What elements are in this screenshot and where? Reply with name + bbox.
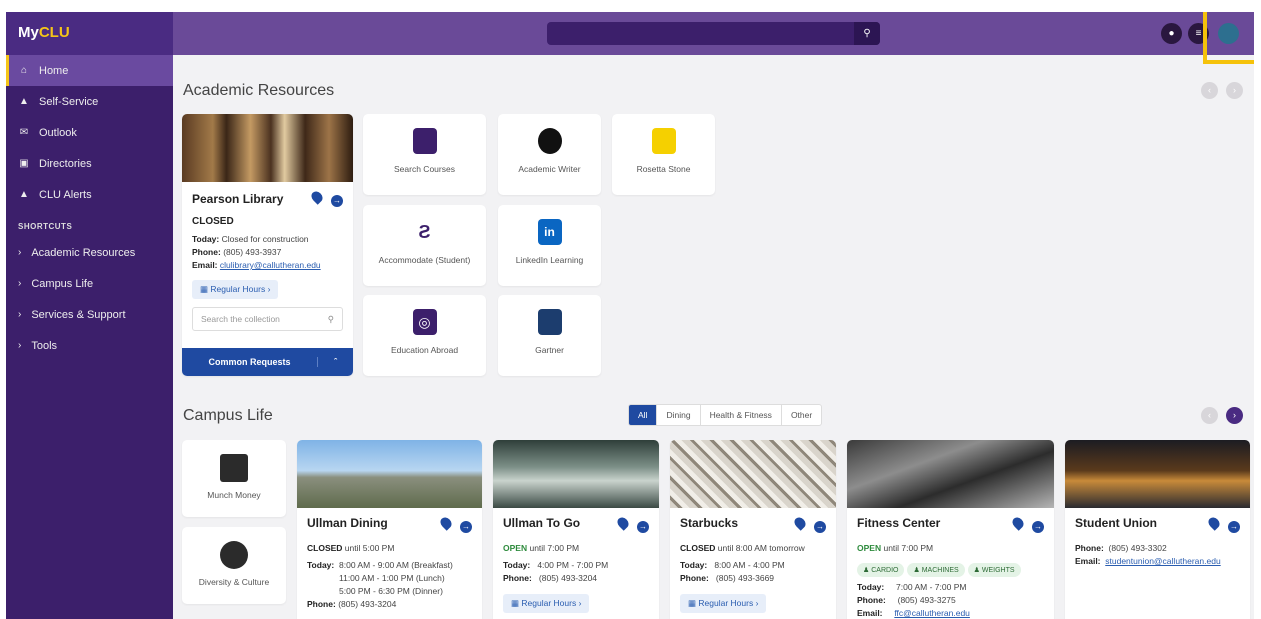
location-pin-icon[interactable] <box>309 189 325 205</box>
student-union-photo <box>1065 440 1250 508</box>
section-title-academic-resources: Academic Resources <box>183 82 335 99</box>
arrow-right-icon[interactable]: → <box>1032 521 1044 533</box>
arrow-right-icon[interactable]: → <box>1228 521 1240 533</box>
shortcut-campus-life[interactable]: › Campus Life <box>6 268 173 299</box>
fitness-email-link[interactable]: ffc@callutheran.edu <box>894 608 970 618</box>
academic-writer-icon <box>537 128 562 154</box>
card-fitness-center: Fitness Center → OPEN until 7:00 PM ♟ CA… <box>847 440 1054 619</box>
library-status: CLOSED <box>192 216 234 227</box>
next-arrow-icon[interactable]: › <box>1226 407 1243 424</box>
globe-icon <box>220 541 248 569</box>
tab-dining[interactable]: Dining <box>657 405 701 425</box>
tag-machines: ♟ MACHINES <box>907 563 965 577</box>
tag-cardio: ♟ CARDIO <box>857 563 905 577</box>
munch-money-icon <box>220 454 248 482</box>
search-input[interactable]: ⚲ <box>547 22 880 45</box>
chevron-right-icon: › <box>18 278 22 289</box>
fitness-center-photo <box>847 440 1054 508</box>
card-starbucks: Starbucks → CLOSED until 8:00 AM tomorro… <box>670 440 836 619</box>
library-card: Pearson Library → CLOSED Today: Closed f… <box>182 114 353 376</box>
rosetta-stone-icon <box>651 128 676 154</box>
graduation-icon: ▲ <box>19 96 29 107</box>
chevron-right-icon: › <box>18 309 22 320</box>
sidebar-item-directories[interactable]: ▣ Directories <box>6 148 173 179</box>
regular-hours-button[interactable]: ▦ Regular Hours › <box>503 594 590 613</box>
shortcuts-heading: SHORTCUTS <box>18 222 73 231</box>
accommodate-icon: Ƨ <box>412 219 437 245</box>
regular-hours-button[interactable]: ▦ Regular Hours › <box>192 280 279 299</box>
warning-icon: ▲ <box>19 189 29 200</box>
card-student-union: Student Union → Phone: (805) 493-3302 Em… <box>1065 440 1250 619</box>
logo[interactable]: MyCLU <box>6 12 173 55</box>
shortcut-academic-resources[interactable]: › Academic Resources <box>6 237 173 268</box>
arrow-right-icon[interactable]: → <box>331 195 343 207</box>
library-email-link[interactable]: clulibrary@callutheran.edu <box>220 260 321 270</box>
arrow-right-icon[interactable]: → <box>814 521 826 533</box>
prev-arrow-icon[interactable]: ‹ <box>1201 82 1218 99</box>
campus-filter-tabs: All Dining Health & Fitness Other <box>628 404 823 426</box>
union-email-link[interactable]: studentunion@callutheran.edu <box>1105 556 1220 566</box>
tile-rosetta-stone[interactable]: Rosetta Stone <box>612 114 715 195</box>
tile-accommodate[interactable]: Ƨ Accommodate (Student) <box>363 205 486 286</box>
tile-academic-writer[interactable]: Academic Writer <box>498 114 601 195</box>
arrow-right-icon[interactable]: → <box>460 521 472 533</box>
tile-linkedin-learning[interactable]: in LinkedIn Learning <box>498 205 601 286</box>
tile-munch-money[interactable]: Munch Money <box>182 440 286 517</box>
sidebar-item-self-service[interactable]: ▲ Self-Service <box>6 86 173 117</box>
tab-health-fitness[interactable]: Health & Fitness <box>701 405 782 425</box>
library-search-input[interactable]: Search the collection ⚲ <box>192 307 343 331</box>
tag-weights: ♟ WEIGHTS <box>967 563 1021 577</box>
arrow-right-icon[interactable]: → <box>637 521 649 533</box>
prev-arrow-icon[interactable]: ‹ <box>1201 407 1218 424</box>
section-title-campus-life: Campus Life <box>183 407 273 424</box>
chevron-up-icon[interactable]: ˆ <box>317 357 353 367</box>
sidebar: MyCLU ⌂ Home ▲ Self-Service ✉ Outlook ▣ Dire… <box>6 12 173 619</box>
sidebar-item-clu-alerts[interactable]: ▲ CLU Alerts <box>6 179 173 210</box>
mail-icon: ✉ <box>19 127 29 138</box>
contact-book-icon: ▣ <box>19 158 29 169</box>
location-pin-icon[interactable] <box>1206 515 1222 531</box>
tile-gartner[interactable]: Gartner <box>498 295 601 376</box>
notification-bell-icon[interactable]: ● <box>1161 23 1182 44</box>
location-pin-icon[interactable] <box>615 515 631 531</box>
location-pin-icon[interactable] <box>792 515 808 531</box>
search-icon[interactable]: ⚲ <box>854 22 880 45</box>
sidebar-item-outlook[interactable]: ✉ Outlook <box>6 117 173 148</box>
top-bar: ⚲ ● ≡ <box>173 12 1254 64</box>
highlight-box <box>1203 12 1254 64</box>
card-ullman-to-go: Ullman To Go → OPEN until 7:00 PM Today:… <box>493 440 659 619</box>
chevron-right-icon: › <box>18 340 22 351</box>
card-ullman-dining: Ullman Dining → CLOSED until 5:00 PM Tod… <box>297 440 482 619</box>
tab-other[interactable]: Other <box>782 405 821 425</box>
library-name: Pearson Library <box>192 192 284 206</box>
globe-icon: ◎ <box>412 309 437 335</box>
app-frame: MyCLU ⌂ Home ▲ Self-Service ✉ Outlook ▣ Dire… <box>6 12 1254 619</box>
shortcut-tools[interactable]: › Tools <box>6 330 173 361</box>
tile-education-abroad[interactable]: ◎ Education Abroad <box>363 295 486 376</box>
tab-all[interactable]: All <box>629 405 658 425</box>
ullman-to-go-photo <box>493 440 659 508</box>
shortcut-services-support[interactable]: › Services & Support <box>6 299 173 330</box>
gartner-icon <box>537 309 562 335</box>
linkedin-icon: in <box>537 219 562 245</box>
search-icon[interactable]: ⚲ <box>328 314 334 325</box>
chevron-right-icon: › <box>18 247 22 258</box>
tile-search-courses[interactable]: Search Courses <box>363 114 486 195</box>
home-icon: ⌂ <box>20 65 28 76</box>
location-pin-icon[interactable] <box>1010 515 1026 531</box>
common-requests-button[interactable]: Common Requests ˆ <box>182 348 353 376</box>
search-document-icon <box>412 128 437 154</box>
location-pin-icon[interactable] <box>438 515 454 531</box>
regular-hours-button[interactable]: ▦ Regular Hours › <box>680 594 767 613</box>
library-photo <box>182 114 353 182</box>
tile-diversity-culture[interactable]: Diversity & Culture <box>182 527 286 604</box>
ullman-dining-photo <box>297 440 482 508</box>
next-arrow-icon[interactable]: › <box>1226 82 1243 99</box>
starbucks-photo <box>670 440 836 508</box>
sidebar-item-home[interactable]: ⌂ Home <box>6 55 173 86</box>
